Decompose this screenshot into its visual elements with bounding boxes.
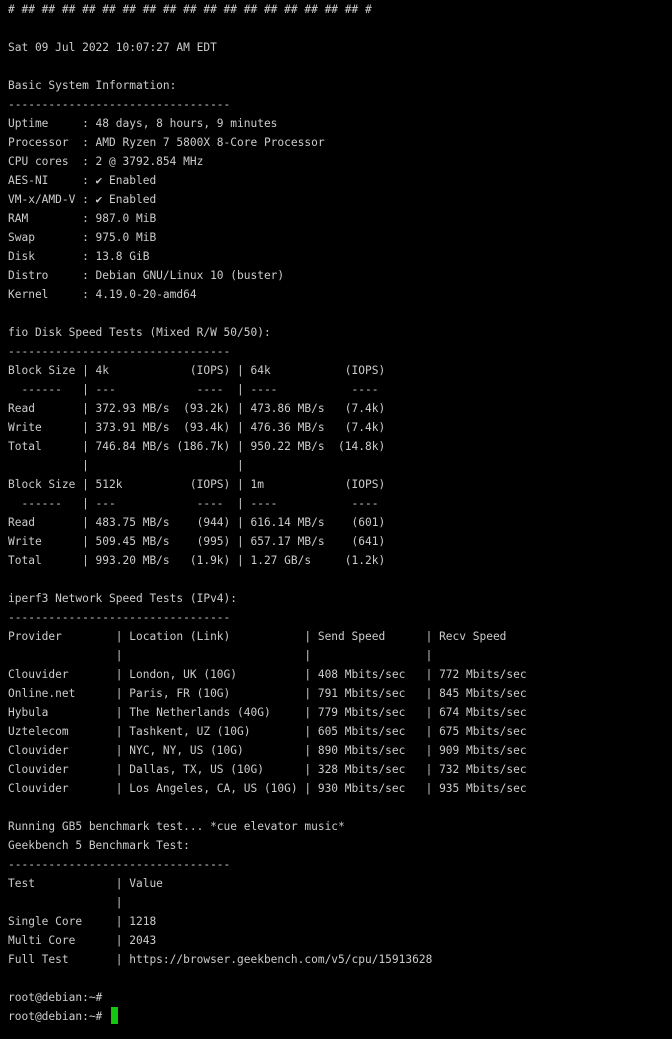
terminal-window[interactable]: # ## ## ## ## ## ## ## ## ## ## ## ## ##… bbox=[0, 0, 672, 1039]
divider-line: --------------------------------- bbox=[8, 98, 231, 111]
iperf-table-spacer: | | | bbox=[8, 649, 433, 662]
iperf-table-header: Provider | Location (Link) | Send Speed … bbox=[8, 630, 507, 643]
fio-table-row: Read | 372.93 MB/s (93.2k) | 473.86 MB/s… bbox=[8, 402, 386, 415]
geekbench-table-spacer: | bbox=[8, 896, 123, 909]
iperf-table-row: Clouvider | NYC, NY, US (10G) | 890 Mbit… bbox=[8, 744, 527, 757]
terminal-line: # ## ## ## ## ## ## ## ## ## ## ## ## ##… bbox=[8, 3, 372, 16]
fio-table-row: Total | 746.84 MB/s (186.7k) | 950.22 MB… bbox=[8, 440, 386, 453]
fio-table-row: Write | 373.91 MB/s (93.4k) | 476.36 MB/… bbox=[8, 421, 386, 434]
divider-line: --------------------------------- bbox=[8, 858, 231, 871]
geekbench-table-row: Single Core | 1218 bbox=[8, 915, 157, 928]
sysinfo-kernel: Kernel : 4.19.0-20-amd64 bbox=[8, 288, 197, 301]
iperf-table-row: Clouvider | Dallas, TX, US (10G) | 328 M… bbox=[8, 763, 527, 776]
sysinfo-swap: Swap : 975.0 MiB bbox=[8, 231, 157, 244]
iperf-table-row: Uztelecom | Tashkent, UZ (10G) | 605 Mbi… bbox=[8, 725, 527, 738]
sysinfo-ram: RAM : 987.0 MiB bbox=[8, 212, 157, 225]
iperf-table-row: Hybula | The Netherlands (40G) | 779 Mbi… bbox=[8, 706, 527, 719]
section-heading: Basic System Information: bbox=[8, 79, 177, 92]
fio-table-header: Block Size | 512k (IOPS) | 1m (IOPS) bbox=[8, 478, 386, 491]
fio-table-row: Total | 993.20 MB/s (1.9k) | 1.27 GB/s (… bbox=[8, 554, 386, 567]
sysinfo-cpu-cores: CPU cores : 2 @ 3792.854 MHz bbox=[8, 155, 204, 168]
section-heading: fio Disk Speed Tests (Mixed R/W 50/50): bbox=[8, 326, 271, 339]
iperf-table-row: Clouvider | Los Angeles, CA, US (10G) | … bbox=[8, 782, 527, 795]
sysinfo-uptime: Uptime : 48 days, 8 hours, 9 minutes bbox=[8, 117, 278, 130]
status-line: Running GB5 benchmark test... *cue eleva… bbox=[8, 820, 345, 833]
divider-line: --------------------------------- bbox=[8, 611, 231, 624]
section-heading: iperf3 Network Speed Tests (IPv4): bbox=[8, 592, 238, 605]
geekbench-table-header: Test | Value bbox=[8, 877, 163, 890]
shell-prompt: root@debian:~# bbox=[8, 991, 103, 1004]
sysinfo-aes-ni: AES-NI : ✔ Enabled bbox=[8, 174, 157, 187]
geekbench-table-row: Full Test | https://browser.geekbench.co… bbox=[8, 953, 433, 966]
sysinfo-vmx: VM-x/AMD-V : ✔ Enabled bbox=[8, 193, 157, 206]
terminal-cursor bbox=[111, 1007, 119, 1024]
iperf-table-row: Clouvider | London, UK (10G) | 408 Mbits… bbox=[8, 668, 527, 681]
sysinfo-disk: Disk : 13.8 GiB bbox=[8, 250, 150, 263]
fio-table-separator: ------ | --- ---- | ---- ---- bbox=[8, 383, 379, 396]
fio-table-header: Block Size | 4k (IOPS) | 64k (IOPS) bbox=[8, 364, 386, 377]
fio-table-row: Read | 483.75 MB/s (944) | 616.14 MB/s (… bbox=[8, 516, 386, 529]
shell-prompt-active[interactable]: root@debian:~# bbox=[8, 1007, 672, 1026]
sysinfo-distro: Distro : Debian GNU/Linux 10 (buster) bbox=[8, 269, 285, 282]
fio-table-spacer: | | bbox=[8, 459, 244, 472]
prompt-text: root@debian:~# bbox=[8, 1010, 110, 1023]
divider-line: --------------------------------- bbox=[8, 345, 231, 358]
fio-table-separator: ------ | --- ---- | ---- ---- bbox=[8, 497, 379, 510]
fio-table-row: Write | 509.45 MB/s (995) | 657.17 MB/s … bbox=[8, 535, 386, 548]
timestamp-line: Sat 09 Jul 2022 10:07:27 AM EDT bbox=[8, 41, 217, 54]
iperf-table-row: Online.net | Paris, FR (10G) | 791 Mbits… bbox=[8, 687, 527, 700]
geekbench-table-row: Multi Core | 2043 bbox=[8, 934, 157, 947]
section-heading: Geekbench 5 Benchmark Test: bbox=[8, 839, 190, 852]
sysinfo-processor: Processor : AMD Ryzen 7 5800X 8-Core Pro… bbox=[8, 136, 325, 149]
